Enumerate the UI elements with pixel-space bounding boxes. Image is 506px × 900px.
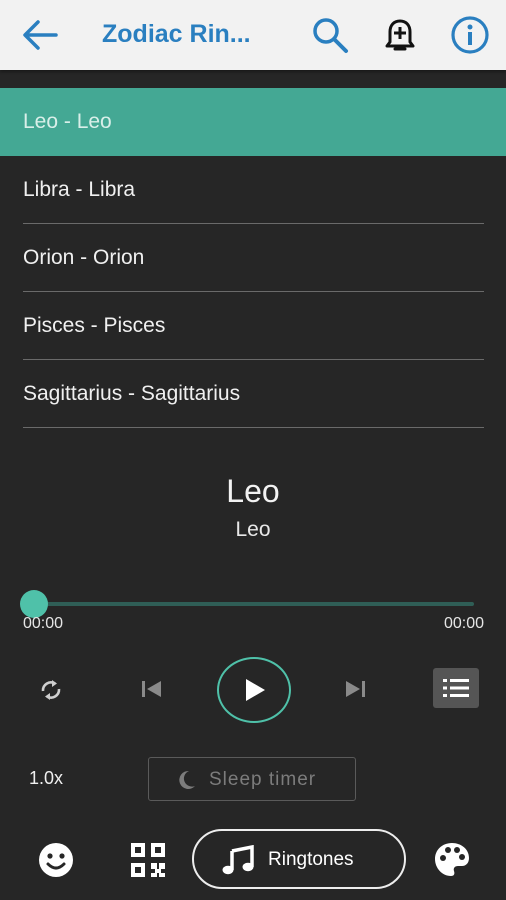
palette-icon[interactable] (432, 840, 472, 880)
ringtone-list: Leo - Leo Libra - Libra Orion - Orion Pi… (0, 88, 506, 428)
list-item-label: Leo - Leo (23, 110, 112, 133)
sleep-timer-label: Sleep timer (209, 769, 317, 790)
list-item[interactable]: Leo - Leo (0, 88, 506, 156)
bell-plus-icon[interactable] (380, 15, 420, 55)
skip-next-icon[interactable] (343, 678, 367, 700)
elapsed-time: 00:00 (23, 615, 64, 632)
list-item[interactable]: Libra - Libra (0, 156, 506, 224)
playback-speed[interactable]: 1.0x (29, 768, 63, 789)
moon-icon (179, 770, 195, 789)
list-item[interactable]: Orion - Orion (0, 224, 506, 292)
list-item-label: Libra - Libra (23, 178, 136, 201)
list-item-label: Orion - Orion (23, 246, 145, 269)
ringtones-tab-label: Ringtones (268, 849, 354, 870)
play-button[interactable] (217, 657, 291, 723)
seek-bar[interactable] (34, 602, 474, 606)
sleep-timer-button[interactable]: Sleep timer (148, 757, 356, 801)
list-item[interactable]: Pisces - Pisces (0, 292, 506, 360)
app-bar: Zodiac Rin... (0, 0, 506, 70)
skip-previous-icon[interactable] (140, 678, 164, 700)
arrow-left-icon[interactable] (20, 17, 60, 53)
list-item[interactable]: Sagittarius - Sagittarius (0, 360, 506, 428)
music-note-icon (222, 845, 254, 875)
now-playing-title: Leo (226, 473, 280, 509)
seek-thumb[interactable] (20, 590, 48, 618)
now-playing-artist: Leo (235, 518, 271, 541)
search-icon[interactable] (310, 15, 350, 55)
ringtones-tab[interactable]: Ringtones (192, 829, 406, 889)
repeat-icon[interactable] (37, 676, 65, 704)
divider (23, 427, 484, 428)
app-title: Zodiac Rin... (102, 20, 251, 48)
play-icon (246, 679, 265, 701)
queue-button[interactable] (433, 668, 479, 708)
list-icon (443, 679, 469, 697)
list-item-label: Pisces - Pisces (23, 314, 166, 337)
list-item-label: Sagittarius - Sagittarius (23, 382, 241, 405)
info-icon[interactable] (450, 15, 490, 55)
smiley-icon[interactable] (36, 840, 76, 880)
qr-code-icon[interactable] (128, 840, 168, 880)
total-time: 00:00 (443, 615, 484, 632)
